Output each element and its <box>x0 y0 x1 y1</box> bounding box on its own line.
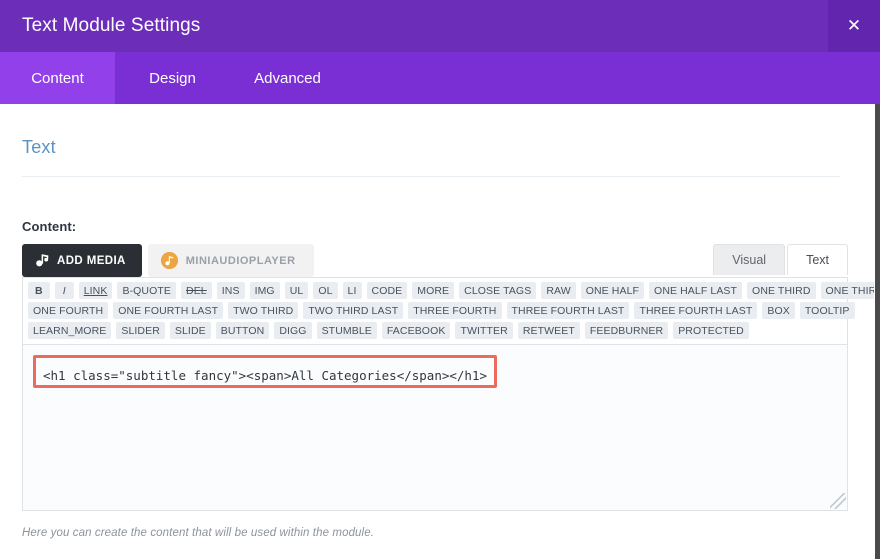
quicktag-button[interactable]: BOX <box>762 302 794 319</box>
quicktag-button[interactable]: DIGG <box>274 322 311 339</box>
quicktags-row-1: BI LINKB-QUOTE DEL INS IMG ULOL LI CODEMORE CLOS… <box>28 282 842 299</box>
modal-header: Text Module Settings ✕ <box>0 0 880 52</box>
quicktag-button[interactable]: THREE FOURTH <box>408 302 501 319</box>
textarea-resize-handle[interactable] <box>830 493 846 509</box>
editor-mode-tabs: Visual Text <box>713 244 848 275</box>
modal-body: Text Content: ADD MEDIA <box>0 104 880 559</box>
quicktag-button[interactable]: SLIDER <box>116 322 165 339</box>
quicktag-button[interactable]: BUTTON <box>216 322 270 339</box>
add-media-button[interactable]: ADD MEDIA <box>22 244 142 277</box>
tab-visual-label: Visual <box>732 253 766 267</box>
quicktags-toolbar: BI LINKB-QUOTE DEL INS IMG ULOL LI CODEMORE CLOS… <box>22 277 848 344</box>
quicktag-button[interactable]: LI <box>343 282 362 299</box>
quicktags-row-2: ONE FOURTH ONE FOURTH LAST TWO THIRD TWO TH… <box>28 302 842 319</box>
quicktag-button[interactable]: TOOLTIP <box>800 302 855 319</box>
media-note-icon <box>35 253 50 268</box>
quicktag-button[interactable]: SLIDE <box>170 322 211 339</box>
quicktag-button[interactable]: RETWEET <box>518 322 580 339</box>
quicktag-button[interactable]: ONE THIRD LAST <box>821 282 880 299</box>
modal-scrollbar-thumb[interactable] <box>875 104 880 559</box>
quicktag-button[interactable]: FACEBOOK <box>382 322 451 339</box>
quicktag-button[interactable]: THREE FOURTH LAST <box>507 302 630 319</box>
quicktag-button[interactable]: CODE <box>367 282 408 299</box>
page-title: Text Module Settings <box>0 0 200 52</box>
quicktag-button[interactable]: ONE HALF LAST <box>649 282 742 299</box>
quicktag-button[interactable]: ONE THIRD <box>747 282 815 299</box>
miniaudioplayer-button[interactable]: MINIAUDIOPLAYER <box>148 244 314 277</box>
quicktag-button[interactable]: TWO THIRD <box>228 302 298 319</box>
tab-advanced-label: Advanced <box>254 70 321 87</box>
quicktag-button[interactable]: THREE FOURTH LAST <box>634 302 757 319</box>
quicktag-button[interactable]: FEEDBURNER <box>585 322 668 339</box>
quicktag-button[interactable]: RAW <box>541 282 575 299</box>
miniaudioplayer-label: MINIAUDIOPLAYER <box>186 255 296 267</box>
modal-scrollbar-track[interactable] <box>874 104 880 559</box>
quicktag-button[interactable]: ONE FOURTH <box>28 302 108 319</box>
section-title: Text <box>22 104 858 168</box>
quicktag-button[interactable]: ONE FOURTH LAST <box>113 302 223 319</box>
quicktag-button[interactable]: B <box>28 282 50 299</box>
tab-text[interactable]: Text <box>787 244 848 275</box>
quicktag-button[interactable]: DEL <box>181 282 212 299</box>
section-divider <box>22 176 840 177</box>
quicktag-button[interactable]: I <box>55 282 74 299</box>
tab-text-label: Text <box>806 253 829 267</box>
quicktag-button[interactable]: LEARN_MORE <box>28 322 111 339</box>
quicktag-button[interactable]: UL <box>285 282 309 299</box>
quicktag-button[interactable]: INS <box>217 282 245 299</box>
close-icon[interactable]: ✕ <box>828 0 880 52</box>
text-module-settings-modal: Text Module Settings ✕ Content Design Ad… <box>0 0 880 559</box>
tab-design[interactable]: Design <box>115 52 230 104</box>
tab-advanced[interactable]: Advanced <box>230 52 345 104</box>
editor-toolbar-top: ADD MEDIA MINIAUDIOPLAYER <box>22 244 848 277</box>
content-editor: ADD MEDIA MINIAUDIOPLAYER <box>22 244 848 539</box>
modal-tabbar: Content Design Advanced <box>0 52 880 104</box>
content-code-value: <h1 class="subtitle fancy"><span>All Cat… <box>43 368 487 383</box>
quicktag-button[interactable]: OL <box>313 282 337 299</box>
quicktag-button[interactable]: TWITTER <box>455 322 512 339</box>
tab-content-label: Content <box>31 70 84 87</box>
quicktag-button[interactable]: MORE <box>412 282 454 299</box>
quicktag-button[interactable]: CLOSE TAGS <box>459 282 536 299</box>
quicktag-button[interactable]: STUMBLE <box>317 322 377 339</box>
quicktag-button[interactable]: PROTECTED <box>673 322 749 339</box>
quicktag-button[interactable]: ONE HALF <box>581 282 644 299</box>
quicktags-row-3: LEARN_MORE SLIDER SLIDE BUTTONDIGG STUMBLE FA… <box>28 322 842 339</box>
content-help-text: Here you can create the content that wil… <box>22 527 848 539</box>
quicktag-button[interactable]: TWO THIRD LAST <box>303 302 403 319</box>
tab-design-label: Design <box>149 70 196 87</box>
tab-visual[interactable]: Visual <box>713 244 785 275</box>
audio-note-icon <box>161 252 178 269</box>
quicktag-button[interactable]: B-QUOTE <box>117 282 176 299</box>
tab-content[interactable]: Content <box>0 52 115 104</box>
add-media-label: ADD MEDIA <box>57 255 126 267</box>
content-code-editor[interactable]: <h1 class="subtitle fancy"><span>All Cat… <box>22 344 848 511</box>
quicktag-button[interactable]: LINK <box>79 282 113 299</box>
quicktag-button[interactable]: IMG <box>250 282 280 299</box>
content-field-label: Content: <box>22 219 858 234</box>
